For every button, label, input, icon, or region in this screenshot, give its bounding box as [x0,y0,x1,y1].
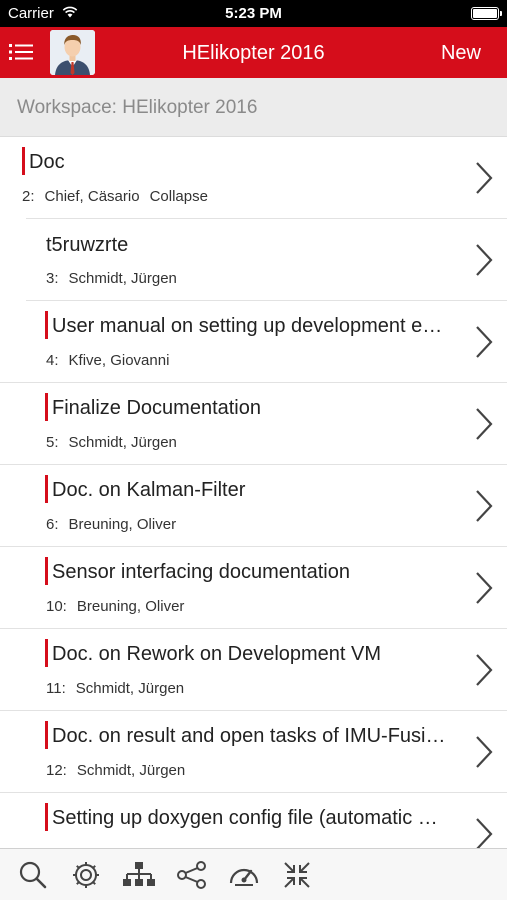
item-person: Schmidt, Jürgen [76,762,186,779]
list-item[interactable]: Finalize Documentation 5: Schmidt, Jürgen [0,383,507,465]
item-marker [45,721,48,749]
item-person: Schmidt, Jürgen [68,270,177,287]
task-list: Doc 2: Chief, Cäsario Collapse t5ruwzrte 3… [0,137,507,848]
item-number: 10: [46,598,67,615]
item-number: 2: [22,188,35,205]
chevron-right-icon[interactable] [475,243,493,277]
item-person: Schmidt, Jürgen [68,434,177,451]
status-bar: Carrier 5:23 PM [0,0,507,27]
item-person: Schmidt, Jürgen [75,680,185,697]
chevron-right-icon[interactable] [475,489,493,523]
item-title: Doc. on result and open tasks of IMU-Fus… [52,725,446,747]
item-title: Doc. on Rework on Development VM [52,643,382,665]
item-number: 5: [46,434,59,451]
chevron-right-icon[interactable] [475,735,493,769]
nav-bar: HElikopter 2016 New [0,27,507,78]
item-title: t5ruwzrte [46,234,129,256]
page-title: HElikopter 2016 [182,42,325,64]
item-number: 12: [46,762,67,779]
list-item[interactable]: t5ruwzrte 3: Schmidt, Jürgen [0,219,507,301]
item-meta: 4: Kfive, Giovanni [46,352,169,369]
item-meta: 2: Chief, Cäsario Collapse [22,188,208,205]
chevron-right-icon[interactable] [475,407,493,441]
item-title: Doc. on Kalman-Filter [52,479,246,501]
item-meta: 6: Breuning, Oliver [46,516,176,533]
item-title: User manual on setting up development e… [52,315,443,337]
item-marker [45,393,48,421]
list-item[interactable]: User manual on setting up development e…… [0,301,507,383]
item-person: Breuning, Oliver [68,516,177,533]
item-marker [45,311,48,339]
workflow-icon[interactable] [175,859,209,891]
item-title: Setting up doxygen config file (automati… [52,807,438,829]
list-item[interactable]: Doc. on Rework on Development VM 11: Schm… [0,629,507,711]
item-marker [45,803,48,831]
chevron-right-icon[interactable] [475,571,493,605]
item-meta: 5: Schmidt, Jürgen [46,434,177,451]
item-number: 6: [46,516,59,533]
item-number: 3: [46,270,59,287]
item-person: Breuning, Oliver [76,598,185,615]
item-marker [45,475,48,503]
collapse-icon[interactable] [280,859,314,891]
user-avatar[interactable] [50,30,95,75]
new-button[interactable]: New [441,42,481,65]
collapse-link[interactable]: Collapse [150,188,208,205]
person-icon [50,30,95,75]
list-item[interactable]: Doc. on Kalman-Filter 6: Breuning, Oliver [0,465,507,547]
list-item[interactable]: Setting up doxygen config file (automati… [0,793,507,848]
chevron-right-icon[interactable] [475,325,493,359]
item-number: 11: [46,680,66,697]
item-marker [45,557,48,585]
item-person: Kfive, Giovanni [68,352,170,369]
item-title: Doc [29,151,65,173]
item-marker [45,639,48,667]
item-meta: 10: Breuning, Oliver [46,598,184,615]
item-number: 4: [46,352,59,369]
chevron-right-icon[interactable] [475,653,493,687]
bottom-toolbar [0,848,507,900]
chevron-right-icon[interactable] [475,817,493,848]
item-meta: 12: Schmidt, Jürgen [46,762,185,779]
list-item[interactable]: Doc. on result and open tasks of IMU-Fus… [0,711,507,793]
item-marker [22,147,25,175]
list-item[interactable]: Doc 2: Chief, Cäsario Collapse [0,137,507,219]
item-title: Finalize Documentation [52,397,261,419]
status-time: 5:23 PM [225,5,282,22]
search-icon[interactable] [16,859,50,891]
chevron-right-icon[interactable] [475,161,493,195]
settings-icon[interactable] [69,859,103,891]
list-item[interactable]: Sensor interfacing documentation 10: Breu… [0,547,507,629]
dashboard-icon[interactable] [227,859,261,891]
menu-icon[interactable] [9,43,33,61]
item-title: Sensor interfacing documentation [52,561,350,583]
item-meta: 3: Schmidt, Jürgen [46,270,177,287]
workspace-header: Workspace: HElikopter 2016 [0,78,507,137]
item-meta: 11: Schmidt, Jürgen [46,680,184,697]
workspace-label: Workspace: HElikopter 2016 [17,97,258,118]
hierarchy-icon[interactable] [122,859,156,891]
item-person: Chief, Cäsario [44,188,140,205]
battery-icon [471,7,502,20]
